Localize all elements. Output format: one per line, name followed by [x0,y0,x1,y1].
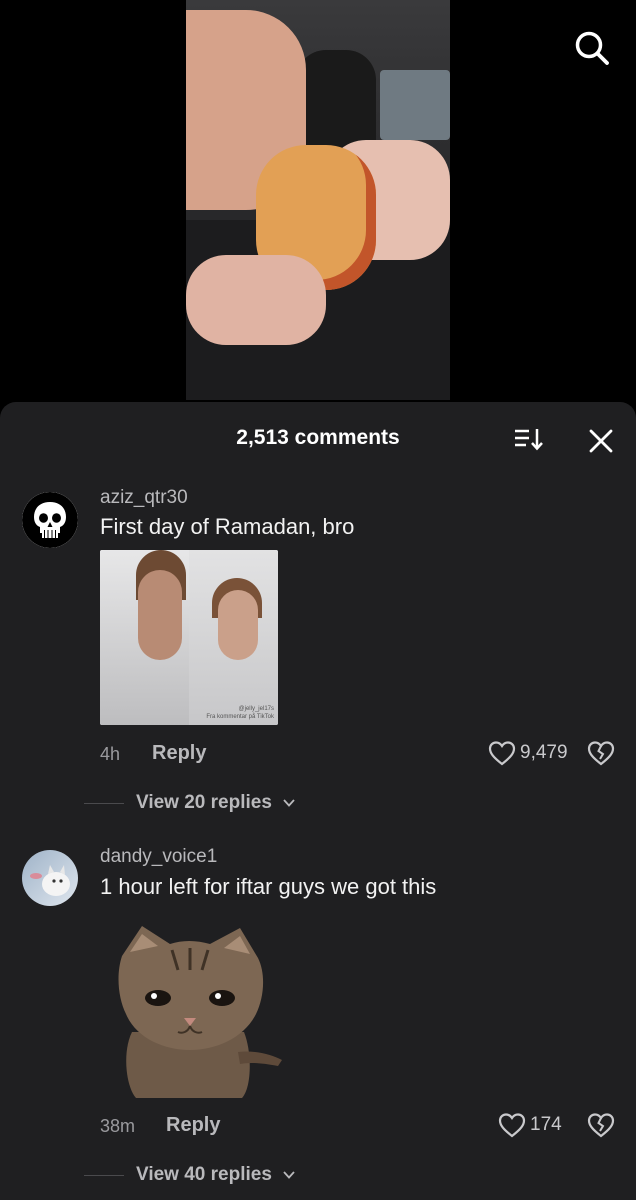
dislike-button[interactable] [587,739,615,767]
image-figure [218,590,258,660]
comments-header: 2,513 comments [0,402,636,474]
reply-button[interactable]: Reply [152,742,206,765]
like-count: 174 [530,1114,562,1135]
divider-line [84,802,124,804]
video-area [0,0,636,412]
close-icon [589,429,613,453]
video-hand-left [186,255,326,345]
reply-button[interactable]: Reply [166,1114,220,1137]
search-icon [575,31,609,65]
like-button[interactable]: 174 [498,1112,562,1138]
chevron-down-icon [283,1171,295,1179]
skull-icon [22,492,78,548]
watermark-line: Fra kommentar på TikTok [206,714,274,720]
close-button[interactable] [588,428,614,454]
dislike-button[interactable] [587,1111,615,1139]
view-replies-button[interactable]: View 20 replies [84,792,296,814]
chevron-down-icon [283,799,295,807]
comment-username[interactable]: aziz_qtr30 [100,487,188,509]
sort-button[interactable] [513,426,547,452]
comment-username[interactable]: dandy_voice1 [100,846,217,868]
view-replies-button[interactable]: View 40 replies [84,1164,296,1186]
comments-sheet: 2,513 comments aziz_qtr30 First day of R… [0,402,636,1200]
comment-time: 38m [100,1116,136,1136]
avatar[interactable] [22,492,78,548]
heart-icon [498,1113,526,1138]
watermark-line: @jelly_jel17s [238,706,274,712]
broken-heart-icon [587,741,615,766]
like-button[interactable]: 9,479 [488,740,568,766]
divider-line [84,1174,124,1176]
view-replies-label: View 20 replies [136,792,272,813]
car-window [380,70,450,140]
sort-icon [515,429,543,451]
crying-cat-sticker [118,926,282,1098]
video-frame[interactable] [186,0,450,400]
like-count: 9,479 [520,742,568,763]
comment-time: 4h [100,744,121,764]
image-watermark: @jelly_jel17s Fra kommentar på TikTok [206,705,274,721]
comment-item: aziz_qtr30 First day of Ramadan, bro @je… [0,482,636,822]
cat-avatar-icon [30,865,70,896]
search-button[interactable] [572,28,612,68]
view-replies-label: View 40 replies [136,1164,272,1185]
comment-sticker[interactable] [112,922,284,1100]
comment-text: First day of Ramadan, bro [100,514,355,539]
avatar[interactable] [22,850,78,906]
comment-text: 1 hour left for iftar guys we got this [100,874,437,899]
heart-icon [488,741,516,766]
image-figure [138,570,182,660]
comment-item: dandy_voice1 1 hour left for iftar guys … [0,842,636,1200]
comment-image[interactable]: @jelly_jel17s Fra kommentar på TikTok [100,550,278,725]
broken-heart-icon [587,1113,615,1138]
